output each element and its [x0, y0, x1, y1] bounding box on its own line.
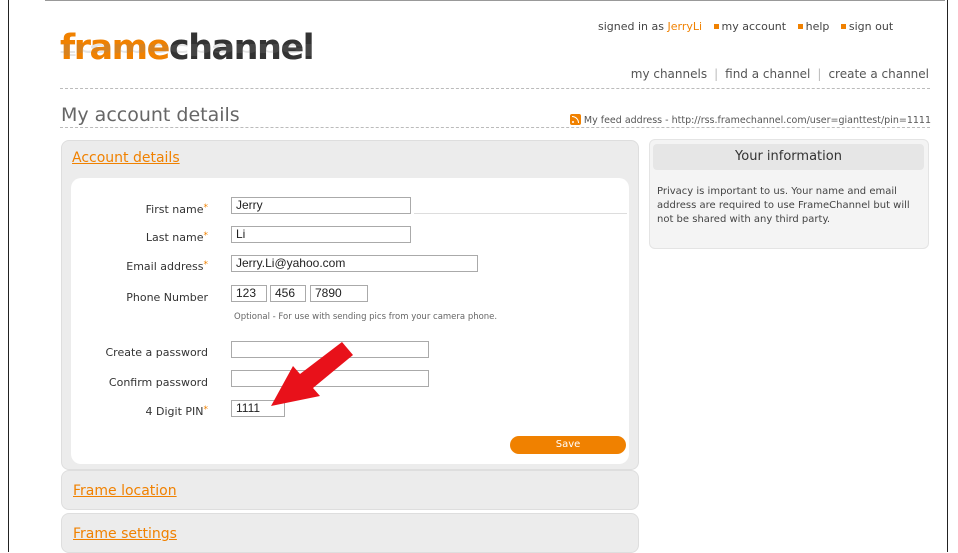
red-arrow-annotation — [271, 342, 353, 406]
arrow-shape — [271, 342, 353, 406]
